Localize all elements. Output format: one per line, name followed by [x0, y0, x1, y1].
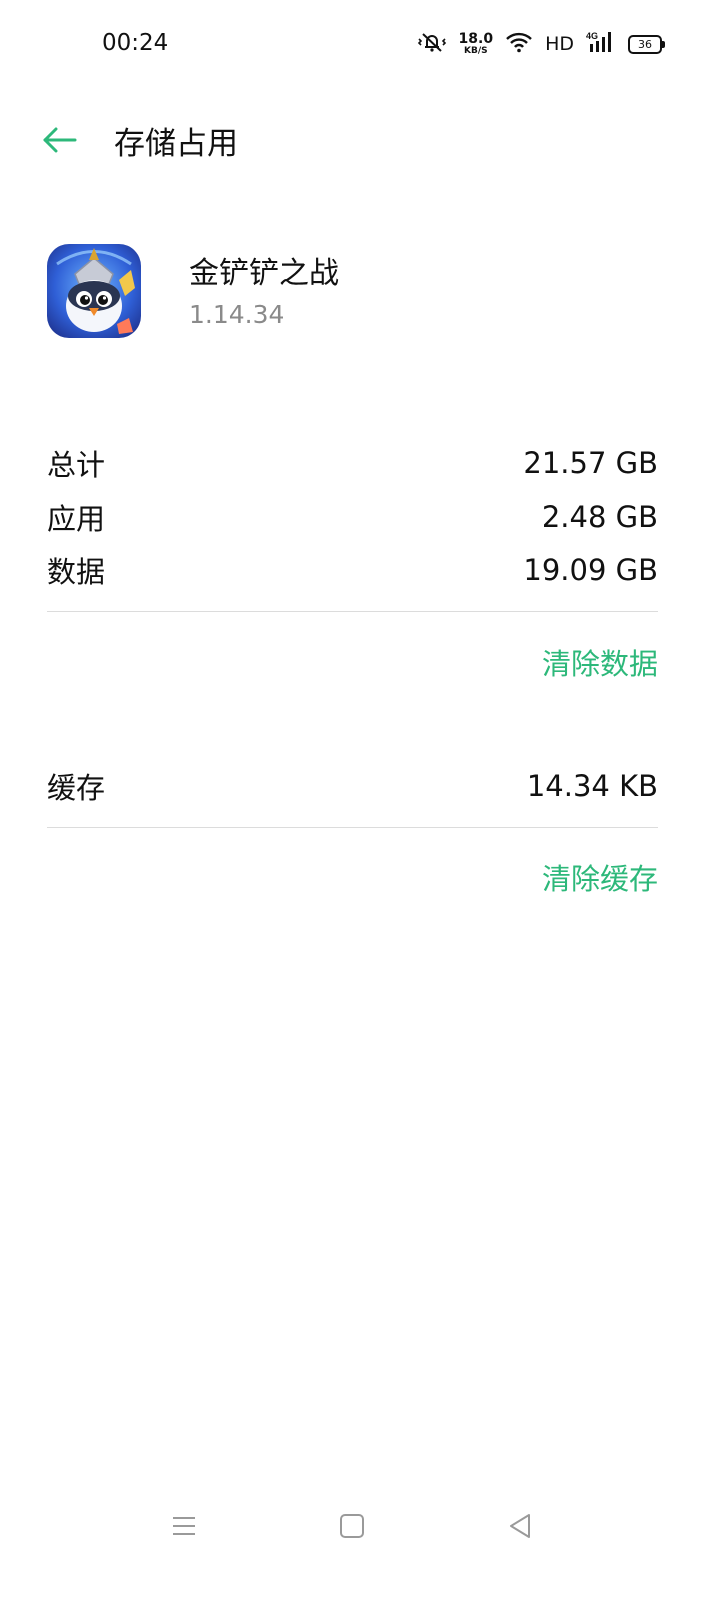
status-bar: 00:24 18.0 KB/S HD 4G 36	[0, 0, 720, 88]
back-button[interactable]	[40, 120, 80, 160]
row-value: 19.09 GB	[523, 553, 658, 587]
signal-icon: 4G	[586, 30, 616, 58]
svg-text:4G: 4G	[586, 31, 598, 41]
row-value: 21.57 GB	[523, 446, 658, 480]
storage-row-app: 应用 2.48 GB	[47, 496, 658, 538]
page-title: 存储占用	[114, 126, 238, 162]
app-name: 金铲铲之战	[189, 256, 339, 291]
home-button[interactable]	[332, 1508, 372, 1544]
divider	[47, 611, 658, 612]
navigation-bar	[0, 1500, 720, 1550]
net-speed: 18.0 KB/S	[458, 31, 494, 56]
wifi-icon	[505, 31, 533, 57]
row-value: 14.34 KB	[526, 769, 658, 803]
row-label: 应用	[47, 502, 106, 536]
mute-vibrate-icon	[417, 31, 447, 57]
divider	[47, 827, 658, 828]
storage-row-total: 总计 21.57 GB	[47, 442, 658, 484]
battery-icon: 36	[628, 34, 665, 54]
row-value: 2.48 GB	[541, 500, 658, 534]
clear-data-button[interactable]: 清除数据	[542, 641, 658, 683]
clear-cache-button[interactable]: 清除缓存	[542, 856, 658, 898]
status-time: 00:24	[102, 30, 169, 56]
back-icon	[510, 1514, 530, 1538]
row-label: 总计	[47, 448, 106, 482]
storage-row-cache: 缓存 14.34 KB	[47, 765, 658, 807]
system-back-button[interactable]	[500, 1508, 540, 1544]
home-icon	[340, 1514, 364, 1538]
back-arrow-icon	[43, 127, 77, 153]
menu-icon	[173, 1517, 195, 1535]
row-label: 缓存	[47, 771, 106, 805]
app-icon	[47, 244, 141, 338]
app-version: 1.14.34	[189, 300, 285, 329]
menu-button[interactable]	[164, 1508, 204, 1544]
hd-label: HD	[545, 33, 574, 55]
row-label: 数据	[47, 555, 106, 589]
storage-row-data: 数据 19.09 GB	[47, 549, 658, 591]
status-icons: 18.0 KB/S HD 4G 36	[417, 26, 665, 62]
